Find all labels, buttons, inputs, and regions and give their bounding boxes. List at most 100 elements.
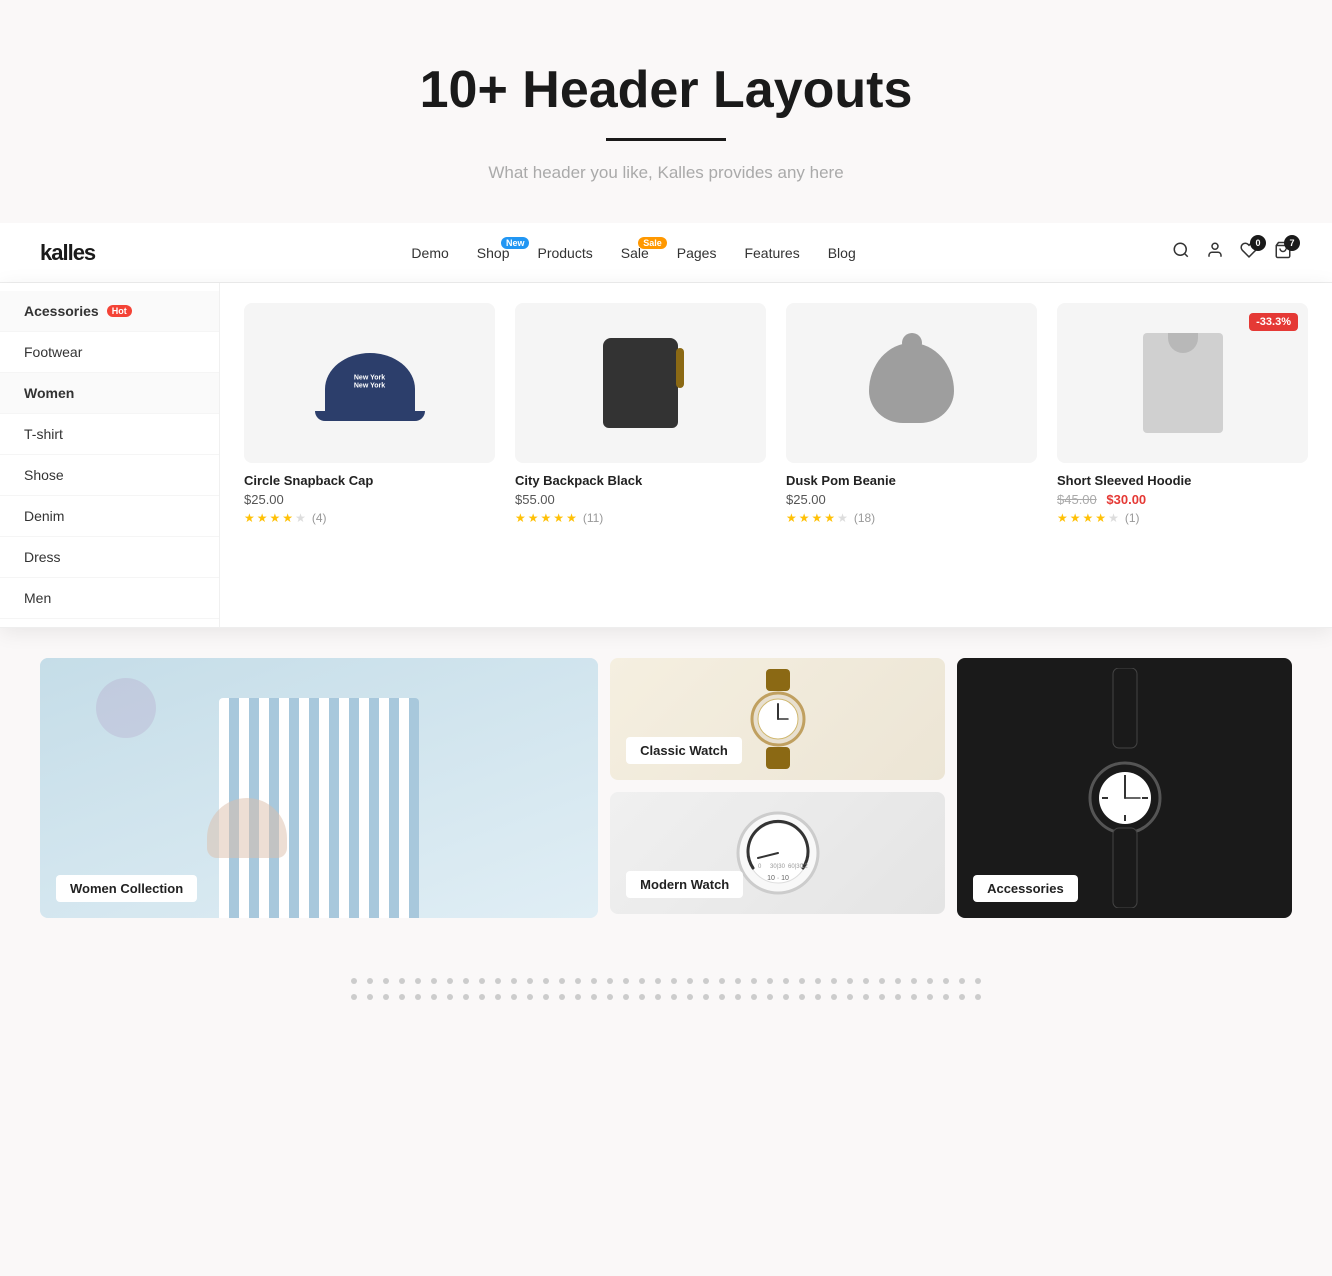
cart-button[interactable]: 7: [1274, 241, 1292, 264]
right-banners-watches: Classic Watch 10 · 10 0 30|30 60|30 12 M…: [610, 658, 945, 918]
decorative-dot: [767, 994, 773, 1000]
classic-watch-illustration: [738, 669, 818, 769]
product-name: Circle Snapback Cap: [244, 473, 495, 488]
product-rating: ★ ★ ★ ★ ★ (18): [786, 511, 1037, 525]
search-button[interactable]: [1172, 241, 1190, 264]
product-card-hoodie[interactable]: -33.3% Short Sleeved Hoodie $45.00 $30.0…: [1057, 303, 1308, 607]
decorative-dot: [495, 994, 501, 1000]
decorative-dot: [847, 994, 853, 1000]
sidebar-item-label: Denim: [24, 508, 64, 524]
sidebar-item-label: Acessories: [24, 303, 99, 319]
cart-count: 7: [1284, 235, 1300, 251]
decorative-dot: [831, 994, 837, 1000]
decorative-dot: [863, 978, 869, 984]
decorative-dot: [719, 978, 725, 984]
nav-item-shop[interactable]: Shop New: [477, 245, 510, 261]
nav-actions: 0 7: [1172, 241, 1292, 264]
product-price: $55.00: [515, 492, 766, 507]
decorative-dot: [959, 978, 965, 984]
product-card-cap[interactable]: New YorkNew York Circle Snapback Cap $25…: [244, 303, 495, 607]
decorative-dot: [671, 978, 677, 984]
decorative-dot: [639, 994, 645, 1000]
nav-item-pages[interactable]: Pages: [677, 245, 717, 261]
decorative-dot: [783, 978, 789, 984]
dots-row-1: [351, 978, 981, 984]
nav-item-demo[interactable]: Demo: [411, 245, 448, 261]
product-rating: ★ ★ ★ ★ ★ (4): [244, 511, 495, 525]
main-nav: Demo Shop New Products Sale Sale Pages F…: [411, 245, 855, 261]
logo[interactable]: kalles: [40, 240, 95, 266]
accessories-watch-illustration: [1085, 668, 1165, 908]
cap-icon: New YorkNew York: [325, 353, 415, 413]
product-price: $25.00: [244, 492, 495, 507]
decorative-dot: [367, 978, 373, 984]
wishlist-button[interactable]: 0: [1240, 241, 1258, 264]
decorative-dot: [431, 978, 437, 984]
product-card-beanie[interactable]: Dusk Pom Beanie $25.00 ★ ★ ★ ★ ★ (18): [786, 303, 1037, 607]
sidebar-item-denim[interactable]: Denim: [0, 496, 219, 537]
decorative-dot: [559, 994, 565, 1000]
nav-item-products[interactable]: Products: [537, 245, 592, 261]
sidebar-item-label: Footwear: [24, 344, 82, 360]
banner-modern-watch[interactable]: 10 · 10 0 30|30 60|30 12 Modern Watch: [610, 792, 945, 914]
dropdown-area: Acessories Hot Footwear Women T-shirt Sh…: [0, 283, 1332, 628]
decorative-dot: [383, 978, 389, 984]
product-image-cap: New YorkNew York: [244, 303, 495, 463]
sidebar-item-men[interactable]: Men: [0, 578, 219, 619]
decorative-dot: [847, 978, 853, 984]
product-card-backpack[interactable]: City Backpack Black $55.00 ★ ★ ★ ★ ★ (11…: [515, 303, 766, 607]
product-name: City Backpack Black: [515, 473, 766, 488]
sidebar-item-dress[interactable]: Dress: [0, 537, 219, 578]
sidebar-menu: Acessories Hot Footwear Women T-shirt Sh…: [0, 283, 220, 627]
product-rating: ★ ★ ★ ★ ★ (1): [1057, 511, 1308, 525]
product-name: Short Sleeved Hoodie: [1057, 473, 1308, 488]
product-image-hoodie: -33.3%: [1057, 303, 1308, 463]
sidebar-item-shoes[interactable]: Shose: [0, 455, 219, 496]
nav-item-sale[interactable]: Sale Sale: [621, 245, 649, 261]
decorative-dot: [591, 994, 597, 1000]
modern-watch-illustration: 10 · 10 0 30|30 60|30 12: [733, 808, 823, 898]
products-grid: New YorkNew York Circle Snapback Cap $25…: [220, 283, 1332, 627]
decorative-dot: [575, 994, 581, 1000]
sidebar-item-women[interactable]: Women: [0, 373, 219, 414]
decorative-dot: [655, 994, 661, 1000]
decorative-dot: [607, 978, 613, 984]
wishlist-count: 0: [1250, 235, 1266, 251]
hero-subtitle: What header you like, Kalles provides an…: [20, 163, 1312, 183]
decorative-dot: [783, 994, 789, 1000]
decorative-dot: [943, 994, 949, 1000]
decorative-dot: [927, 978, 933, 984]
nav-item-blog[interactable]: Blog: [828, 245, 856, 261]
nav-item-features[interactable]: Features: [744, 245, 799, 261]
shop-new-badge: New: [501, 237, 530, 249]
decorative-dot: [895, 978, 901, 984]
decorative-dot: [527, 994, 533, 1000]
decorative-dot: [351, 978, 357, 984]
decorative-dot: [831, 978, 837, 984]
banner-accessories[interactable]: Accessories: [957, 658, 1292, 918]
sidebar-item-label: Dress: [24, 549, 61, 565]
decorative-dot: [799, 978, 805, 984]
sidebar-item-label: Shose: [24, 467, 64, 483]
sidebar-item-footwear[interactable]: Footwear: [0, 332, 219, 373]
old-price: $45.00: [1057, 492, 1097, 507]
decorative-dot: [479, 978, 485, 984]
decorative-dot: [703, 978, 709, 984]
decorative-dot: [511, 994, 517, 1000]
decorative-dot: [735, 994, 741, 1000]
header-bar: kalles Demo Shop New Products Sale Sale …: [0, 223, 1332, 283]
banner-classic-watch[interactable]: Classic Watch: [610, 658, 945, 780]
sale-price: $30.00: [1106, 492, 1146, 507]
hoodie-icon: [1143, 333, 1223, 433]
account-button[interactable]: [1206, 241, 1224, 264]
product-price: $45.00 $30.00: [1057, 492, 1308, 507]
decorative-dot: [911, 994, 917, 1000]
decorative-dot: [431, 994, 437, 1000]
decorative-dot: [607, 994, 613, 1000]
decorative-dot: [879, 994, 885, 1000]
banner-women-collection[interactable]: Women Collection: [40, 658, 598, 918]
decorative-dot: [447, 994, 453, 1000]
sidebar-item-accessories[interactable]: Acessories Hot: [0, 291, 219, 332]
banners-section: Women Collection Classi: [0, 628, 1332, 948]
sidebar-item-tshirt[interactable]: T-shirt: [0, 414, 219, 455]
